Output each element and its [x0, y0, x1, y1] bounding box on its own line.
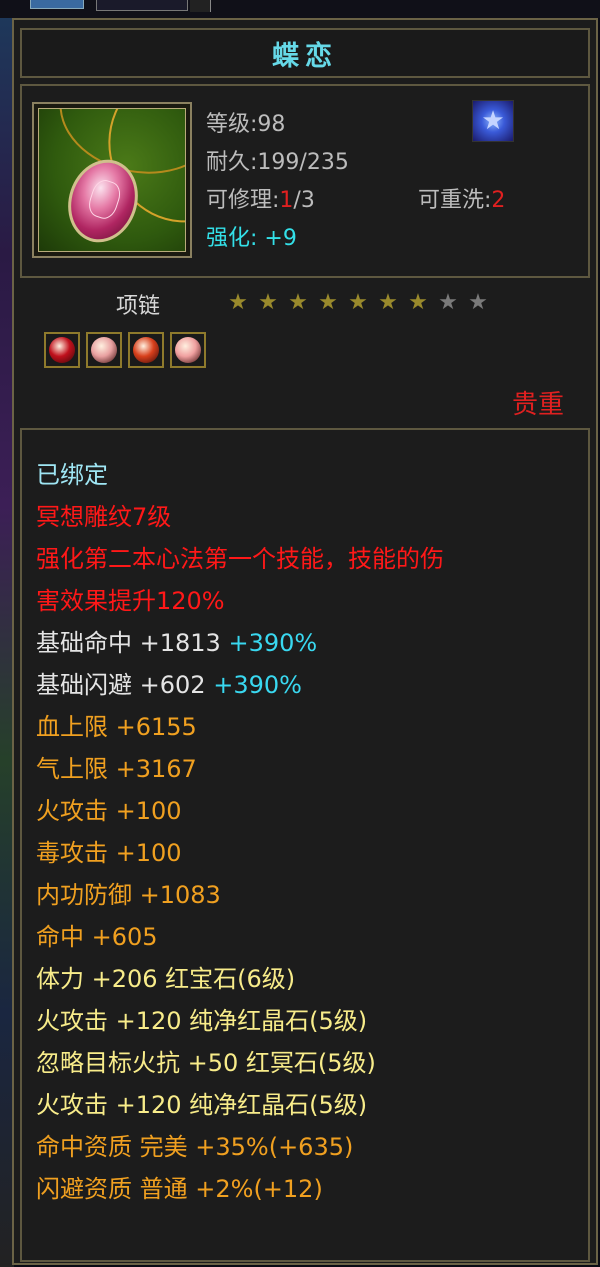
item-type: 项链 — [116, 294, 161, 319]
title-bar: 蝶恋 — [20, 28, 590, 78]
inner-defense-attribute: 内功防御 +1083 — [36, 881, 221, 909]
durability-line: 耐久:199/235 — [206, 150, 349, 175]
star-filled-icon: ★ — [408, 290, 428, 315]
top-ui-fragment — [190, 0, 211, 12]
star-filled-icon: ★ — [258, 290, 278, 315]
repair-line: 可修理:1/3 — [206, 188, 315, 213]
poison-attack-attribute: 毒攻击 +100 — [36, 839, 182, 867]
top-ui-fragment — [30, 0, 84, 9]
item-summary: 项链 ★ ★ ★ ★ ★ ★ ★ ★ ★ 贵重 — [20, 282, 590, 426]
carving-effect: 害效果提升120% — [36, 587, 225, 615]
star-empty-icon: ★ — [468, 290, 488, 315]
item-tooltip: 蝶恋 等级:98 耐久:199/235 可修理:1/3 可重洗:2 强化: +9 — [12, 18, 598, 1265]
item-name: 蝶恋 — [272, 40, 338, 72]
star-filled-icon: ★ — [348, 290, 368, 315]
gem-slot-icon[interactable] — [170, 332, 206, 368]
gem-attribute: 火攻击 +120 纯净红晶石(5级) — [36, 1091, 368, 1119]
carving-effect: 强化第二本心法第一个技能，技能的伤 — [36, 545, 444, 573]
star-filled-icon: ★ — [318, 290, 338, 315]
level-line: 等级:98 — [206, 112, 286, 137]
gem-attribute: 体力 +206 红宝石(6级) — [36, 965, 296, 993]
base-dodge-line: 基础闪避 +602 +390% — [36, 671, 302, 699]
gem-slot-icon[interactable] — [44, 332, 80, 368]
gem-slot-icon[interactable] — [86, 332, 122, 368]
dodge-quality: 闪避资质 普通 +2%(+12) — [36, 1175, 323, 1203]
star-empty-icon: ★ — [438, 290, 458, 315]
rarity-label: 贵重 — [511, 390, 564, 420]
star-rating: ★ ★ ★ ★ ★ ★ ★ ★ ★ — [226, 292, 490, 314]
hit-attribute: 命中 +605 — [36, 923, 158, 951]
gem-slots — [44, 332, 206, 368]
bound-status: 已绑定 — [36, 461, 108, 489]
carving-name: 冥想雕纹7级 — [36, 503, 172, 531]
hit-quality: 命中资质 完美 +35%(+635) — [36, 1133, 354, 1161]
rewash-line: 可重洗:2 — [418, 188, 506, 213]
fire-attack-attribute: 火攻击 +100 — [36, 797, 182, 825]
rune-icon[interactable]: ★ — [472, 100, 514, 142]
enhance-line: 强化: +9 — [206, 226, 297, 251]
attribute-box: 已绑定 冥想雕纹7级 强化第二本心法第一个技能，技能的伤 害效果提升120% 基… — [20, 428, 590, 1262]
item-info-box: 等级:98 耐久:199/235 可修理:1/3 可重洗:2 强化: +9 ★ — [20, 84, 590, 278]
base-hit-line: 基础命中 +1813 +390% — [36, 629, 318, 657]
gem-attribute: 忽略目标火抗 +50 红冥石(5级) — [36, 1049, 376, 1077]
gem-slot-icon[interactable] — [128, 332, 164, 368]
star-filled-icon: ★ — [228, 290, 248, 315]
star-filled-icon: ★ — [378, 290, 398, 315]
top-ui-fragment — [96, 0, 188, 11]
hp-attribute: 血上限 +6155 — [36, 713, 197, 741]
star-filled-icon: ★ — [288, 290, 308, 315]
top-ui-strip — [0, 0, 600, 18]
gem-attribute: 火攻击 +120 纯净红晶石(5级) — [36, 1007, 368, 1035]
item-icon — [32, 102, 192, 258]
necklace-icon — [38, 108, 186, 252]
qi-attribute: 气上限 +3167 — [36, 755, 197, 783]
